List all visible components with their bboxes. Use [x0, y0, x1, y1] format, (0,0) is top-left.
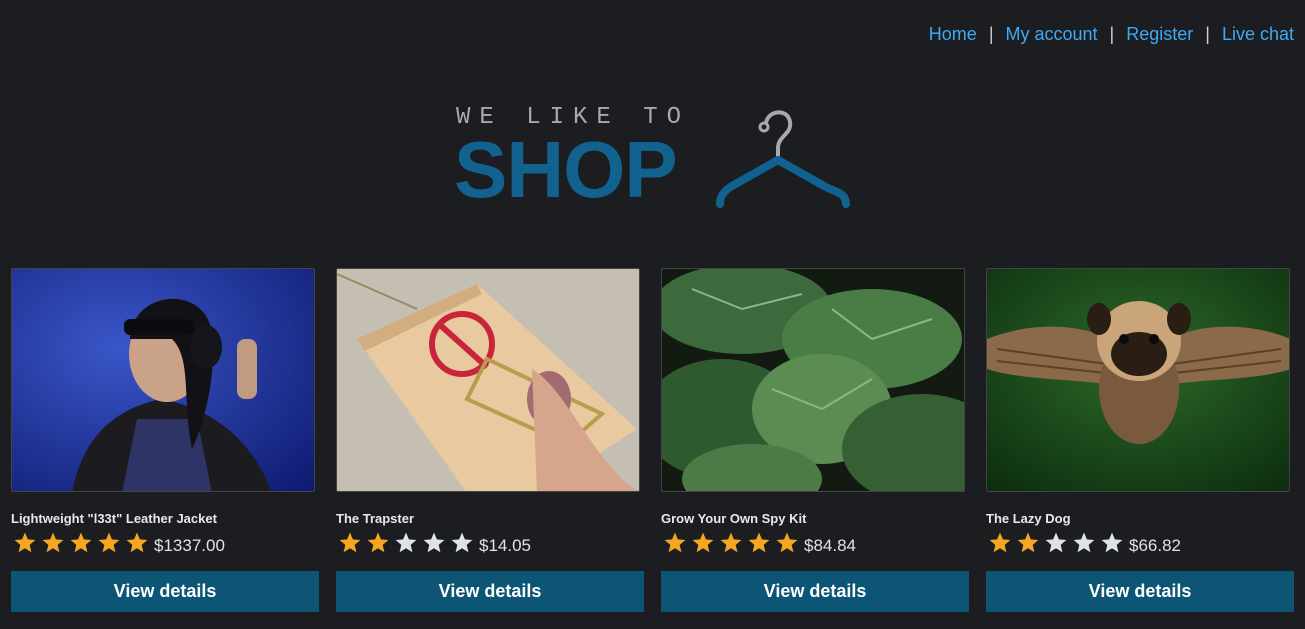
star-filled-icon	[14, 532, 36, 553]
star-rating	[661, 531, 801, 555]
product-name: The Trapster	[336, 511, 415, 526]
site-logo[interactable]: WE LIKE TO SHOP	[454, 100, 854, 212]
view-details-button[interactable]: View details	[661, 571, 969, 612]
star-empty-icon	[1045, 532, 1067, 553]
star-empty-icon	[423, 532, 445, 553]
product-rating: $84.84	[661, 531, 969, 555]
star-filled-icon	[98, 532, 120, 553]
star-filled-icon	[692, 532, 714, 553]
product-rating: $66.82	[986, 531, 1294, 555]
star-filled-icon	[776, 532, 798, 553]
nav-register-link[interactable]: Register	[1126, 24, 1193, 45]
star-rating	[11, 531, 151, 555]
star-filled-icon	[664, 532, 686, 553]
star-empty-icon	[451, 532, 473, 553]
product-image-leather-jacket[interactable]	[11, 268, 315, 492]
product-name: Lightweight "l33t" Leather Jacket	[11, 511, 217, 526]
product-price: $66.82	[1129, 536, 1181, 555]
logo-wordmark: SHOP	[454, 125, 678, 214]
product-price: $1337.00	[154, 536, 225, 555]
star-filled-icon	[720, 532, 742, 553]
product-price: $14.05	[479, 536, 531, 555]
nav-separator: |	[988, 24, 994, 44]
product-card: Lightweight "l33t" Leather Jacket $1337.…	[11, 268, 319, 612]
star-empty-icon	[1101, 532, 1123, 553]
view-details-button[interactable]: View details	[986, 571, 1294, 612]
product-price: $84.84	[804, 536, 856, 555]
product-card: The Lazy Dog $66.82 View details	[986, 268, 1294, 612]
hanger-icon	[716, 110, 850, 208]
star-filled-icon	[126, 532, 148, 553]
star-filled-icon	[1017, 532, 1039, 553]
nav-my-account-link[interactable]: My account	[1006, 24, 1098, 45]
product-name: Grow Your Own Spy Kit	[661, 511, 807, 526]
star-filled-icon	[339, 532, 361, 553]
view-details-button[interactable]: View details	[11, 571, 319, 612]
nav-separator: |	[1109, 24, 1115, 44]
product-card: Grow Your Own Spy Kit $84.84 View detail…	[661, 268, 969, 612]
star-empty-icon	[1073, 532, 1095, 553]
star-filled-icon	[42, 532, 64, 553]
top-nav: Home | My account | Register | Live chat	[929, 24, 1294, 45]
nav-separator: |	[1205, 24, 1210, 44]
star-filled-icon	[989, 532, 1011, 553]
star-rating	[986, 531, 1126, 555]
view-details-button[interactable]: View details	[336, 571, 644, 612]
product-name: The Lazy Dog	[986, 511, 1071, 526]
product-image-spy-kit[interactable]	[661, 268, 965, 492]
star-filled-icon	[367, 532, 389, 553]
product-rating: $14.05	[336, 531, 644, 555]
nav-live-chat-link[interactable]: Live chat	[1222, 24, 1294, 45]
product-image-lazy-dog[interactable]	[986, 268, 1290, 492]
product-card: The Trapster $14.05 View details	[336, 268, 644, 612]
product-rating: $1337.00	[11, 531, 319, 555]
star-rating	[336, 531, 476, 555]
star-filled-icon	[748, 532, 770, 553]
star-filled-icon	[70, 532, 92, 553]
nav-home-link[interactable]: Home	[929, 24, 977, 45]
star-empty-icon	[395, 532, 417, 553]
product-image-trapster[interactable]	[336, 268, 640, 492]
